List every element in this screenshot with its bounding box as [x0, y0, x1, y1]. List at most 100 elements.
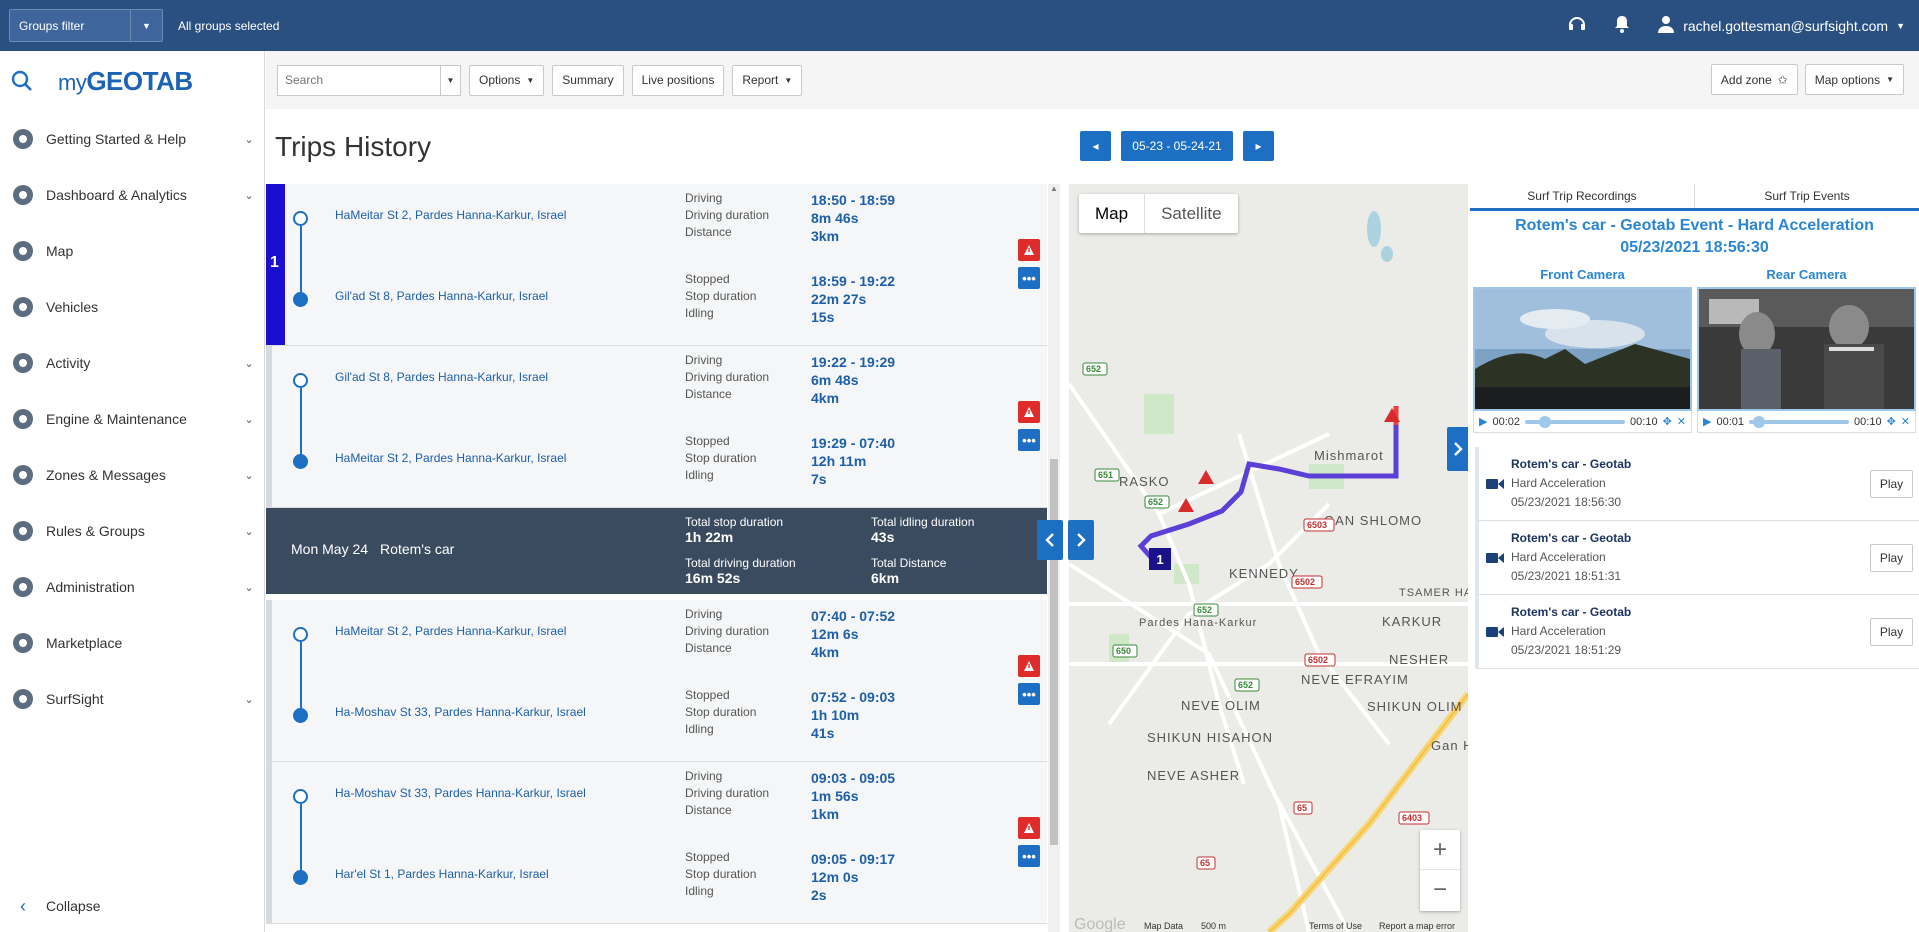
chevron-down-icon[interactable]: ⌄	[234, 133, 264, 146]
svg-text:652: 652	[1148, 497, 1163, 507]
map-view[interactable]: 1 Mishmarot RASKO GAN SHLOMO KENNEDY TSAMER …	[1069, 184, 1468, 932]
date-range-button[interactable]: 05-23 - 05-24-21	[1121, 131, 1233, 161]
sidebar-item-activity[interactable]: Activity ⌄	[0, 335, 264, 391]
warning-icon[interactable]	[1018, 401, 1040, 423]
close-icon[interactable]: ✕	[1677, 415, 1686, 428]
trip-start-address[interactable]: Gil'ad St 8, Pardes Hanna-Karkur, Israel	[335, 370, 548, 384]
headset-icon[interactable]	[1567, 14, 1587, 37]
more-options-button[interactable]: •••	[1018, 683, 1040, 705]
trip-stat-value: 22m 27s	[811, 291, 867, 307]
close-icon[interactable]: ✕	[1901, 415, 1910, 428]
trip-end-address[interactable]: HaMeitar St 2, Pardes Hanna-Karkur, Isra…	[335, 451, 566, 465]
sidebar-item-dashboard-analytics[interactable]: Dashboard & Analytics ⌄	[0, 167, 264, 223]
chevron-down-icon[interactable]: ▼	[130, 10, 162, 41]
trip-end-address[interactable]: Ha-Moshav St 33, Pardes Hanna-Karkur, Is…	[335, 705, 586, 719]
more-options-button[interactable]: •••	[1018, 845, 1040, 867]
tab-surf-trip-recordings[interactable]: Surf Trip Recordings	[1470, 184, 1695, 208]
trip-stat-value: 15s	[811, 309, 835, 325]
sidebar-item-surfsight[interactable]: SurfSight ⌄	[0, 671, 264, 727]
collapse-list-button[interactable]	[1037, 520, 1063, 560]
event-list-item[interactable]: Rotem's car - Geotab Hard Acceleration 05/…	[1479, 447, 1919, 521]
sidebar-item-getting-started-help[interactable]: Getting Started & Help ⌄	[0, 111, 264, 167]
trip-row[interactable]: Gil'ad St 8, Pardes Hanna-Karkur, Israel…	[266, 346, 1047, 508]
chevron-down-icon[interactable]: ⌄	[234, 357, 264, 370]
trip-row[interactable]: 1 HaMeitar St 2, Pardes Hanna-Karkur, Isr…	[266, 184, 1047, 346]
right-panel-toggle[interactable]	[1447, 427, 1468, 471]
expand-map-button[interactable]	[1068, 520, 1094, 560]
previous-date-button[interactable]: ◂	[1080, 131, 1111, 161]
add-zone-button[interactable]: Add zone ✩	[1710, 64, 1798, 95]
search-input[interactable]	[278, 65, 440, 95]
next-date-button[interactable]: ▸	[1243, 131, 1274, 161]
search-box[interactable]: ▼	[277, 64, 461, 96]
chevron-down-icon[interactable]: ⌄	[234, 525, 264, 538]
sidebar-item-marketplace[interactable]: Marketplace	[0, 615, 264, 671]
sidebar-item-administration[interactable]: Administration ⌄	[0, 559, 264, 615]
move-icon[interactable]: ✥	[1887, 415, 1896, 428]
top-bar: Groups filter ▼ All groups selected rach…	[0, 0, 1919, 51]
satellite-button[interactable]: Satellite	[1144, 194, 1237, 233]
front-camera-video[interactable]	[1473, 287, 1692, 411]
sidebar-item-rules-groups[interactable]: Rules & Groups ⌄	[0, 503, 264, 559]
map-button[interactable]: Map	[1079, 194, 1144, 233]
sidebar-item-engine-maintenance[interactable]: Engine & Maintenance ⌄	[0, 391, 264, 447]
play-icon[interactable]: ▶	[1479, 415, 1487, 428]
zoom-in-button[interactable]: +	[1420, 830, 1460, 870]
move-icon[interactable]: ✥	[1663, 415, 1672, 428]
rear-camera-player: Rear Camera ▶ 00:01 00:10 ✥ ✕	[1697, 267, 1916, 433]
trip-start-address[interactable]: HaMeitar St 2, Pardes Hanna-Karkur, Isra…	[335, 624, 566, 638]
groups-filter[interactable]: Groups filter ▼	[9, 9, 163, 42]
warning-icon[interactable]	[1018, 817, 1040, 839]
rear-camera-video[interactable]	[1697, 287, 1916, 411]
play-icon[interactable]: ▶	[1703, 415, 1711, 428]
event-list-item[interactable]: Rotem's car - Geotab Hard Acceleration 05/…	[1479, 595, 1919, 669]
trip-end-address[interactable]: Gil'ad St 8, Pardes Hanna-Karkur, Israel	[335, 289, 548, 303]
trip-stat-label: Stopped	[685, 850, 730, 864]
chevron-down-icon[interactable]: ⌄	[234, 693, 264, 706]
trip-stat-label: Driving	[685, 607, 723, 621]
warning-icon[interactable]	[1018, 239, 1040, 261]
more-options-button[interactable]: •••	[1018, 267, 1040, 289]
trip-end-address[interactable]: Har'el St 1, Pardes Hanna-Karkur, Israel	[335, 867, 549, 881]
svg-text:500 m: 500 m	[1201, 921, 1226, 931]
map-canvas[interactable]: 1 Mishmarot RASKO GAN SHLOMO KENNEDY TSAMER …	[1069, 184, 1468, 932]
zoom-out-button[interactable]: −	[1420, 870, 1460, 910]
caret-down-icon: ▼	[526, 75, 535, 85]
chevron-down-icon[interactable]: ⌄	[234, 413, 264, 426]
sidebar-item-vehicles[interactable]: Vehicles	[0, 279, 264, 335]
rear-video-seek[interactable]	[1749, 415, 1850, 428]
user-menu[interactable]: rachel.gottesman@surfsight.com ▼	[1657, 15, 1905, 36]
trip-row[interactable]: Ha-Moshav St 33, Pardes Hanna-Karkur, Is…	[266, 762, 1047, 924]
tab-surf-trip-events[interactable]: Surf Trip Events	[1695, 184, 1919, 208]
chevron-down-icon[interactable]: ⌄	[234, 581, 264, 594]
live-positions-button[interactable]: Live positions	[631, 64, 725, 96]
chevron-down-icon[interactable]: ⌄	[234, 469, 264, 482]
collapse-button[interactable]: ‹ Collapse	[0, 880, 264, 932]
summary-button[interactable]: Summary	[552, 64, 624, 96]
groups-filter-label: Groups filter	[19, 18, 85, 33]
video-camera-icon	[1479, 478, 1511, 490]
sidebar-item-map[interactable]: Map	[0, 223, 264, 279]
report-button[interactable]: Report ▼	[732, 64, 803, 96]
bell-icon[interactable]	[1613, 14, 1631, 37]
front-video-seek[interactable]	[1525, 415, 1626, 428]
event-list-item[interactable]: Rotem's car - Geotab Hard Acceleration 05/…	[1479, 521, 1919, 595]
play-button[interactable]: Play	[1870, 469, 1913, 498]
map-options-button[interactable]: Map options ▼	[1804, 64, 1904, 95]
trip-row[interactable]: HaMeitar St 2, Pardes Hanna-Karkur, Isra…	[266, 600, 1047, 762]
sidebar-item-zones-messages[interactable]: Zones & Messages ⌄	[0, 447, 264, 503]
search-icon[interactable]	[0, 70, 44, 92]
more-options-button[interactable]: •••	[1018, 429, 1040, 451]
play-button[interactable]: Play	[1870, 543, 1913, 572]
sidebar-item-label: SurfSight	[46, 691, 104, 707]
event-title: Rotem's car - Geotab Event - Hard Accele…	[1515, 217, 1874, 256]
play-button[interactable]: Play	[1870, 617, 1913, 646]
mygeotab-logo[interactable]: myGEOTAB	[58, 66, 193, 97]
trip-start-address[interactable]: Ha-Moshav St 33, Pardes Hanna-Karkur, Is…	[335, 786, 586, 800]
warning-icon[interactable]	[1018, 655, 1040, 677]
options-button[interactable]: Options ▼	[469, 64, 545, 96]
chevron-down-icon[interactable]: ▼	[440, 65, 460, 95]
trip-start-address[interactable]: HaMeitar St 2, Pardes Hanna-Karkur, Isra…	[335, 208, 566, 222]
map-icon	[8, 236, 38, 266]
chevron-down-icon[interactable]: ⌄	[234, 189, 264, 202]
